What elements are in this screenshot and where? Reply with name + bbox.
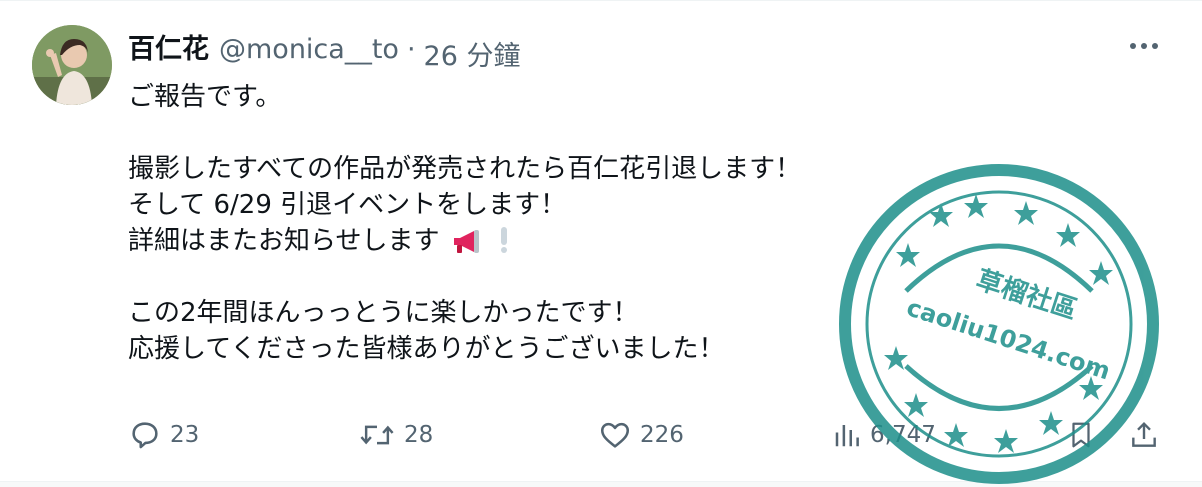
tweet-header: 百仁花 @monica__to · 26 分鐘 — [128, 27, 520, 72]
views-button[interactable]: 6,747 — [832, 415, 936, 455]
tweet-line: そして 6/29 引退イベントをします！ — [128, 190, 567, 220]
avatar-photo — [32, 25, 112, 105]
tweet-card[interactable]: 百仁花 @monica__to · 26 分鐘 ご報告です。 撮影したすべての作… — [0, 0, 1202, 484]
more-options-button[interactable] — [1124, 31, 1164, 61]
retweet-button[interactable]: 28 — [358, 415, 433, 455]
more-icon — [1130, 43, 1158, 49]
views-icon — [835, 425, 859, 447]
stamp-line-1: 草榴社區 — [972, 264, 1081, 326]
meta-separator: · — [406, 34, 416, 65]
share-icon — [1132, 421, 1156, 447]
stamp-line-2: caoliu1024.com — [903, 293, 1113, 385]
tweet-meta: @monica__to · 26 分鐘 — [219, 34, 520, 73]
like-count: 226 — [640, 422, 684, 448]
exclamation-icon — [494, 225, 514, 265]
tweet-line: 詳細はまたお知らせします — [128, 226, 440, 256]
tweet-line: 撮影したすべての作品が発売されたら百仁花引退します！ — [128, 154, 802, 184]
bookmark-button[interactable] — [1066, 415, 1096, 455]
reply-icon — [132, 422, 158, 449]
megaphone-icon — [450, 227, 484, 265]
author-name[interactable]: 百仁花 — [128, 27, 209, 66]
like-button[interactable]: 226 — [598, 415, 684, 455]
tweet-line: ご報告です。 — [128, 82, 282, 112]
tweet-actions: 23 28 226 6,747 — [128, 415, 1168, 455]
heart-icon — [600, 422, 630, 448]
retweet-icon — [360, 425, 394, 445]
tweet-time[interactable]: 26 分鐘 — [424, 34, 521, 73]
reply-count: 23 — [170, 422, 200, 448]
share-button[interactable] — [1128, 415, 1160, 455]
retweet-count: 28 — [404, 422, 434, 448]
bookmark-icon — [1072, 422, 1090, 448]
author-handle[interactable]: @monica__to — [219, 34, 399, 73]
tweet-line-with-emoji: 詳細はまたお知らせします — [128, 223, 928, 259]
tweet-line: この2年間ほんっっとうに楽しかったです！ — [128, 298, 639, 328]
reply-button[interactable]: 23 — [128, 415, 199, 455]
views-count: 6,747 — [870, 422, 936, 448]
tweet-text: ご報告です。 撮影したすべての作品が発売されたら百仁花引退します！ そして 6/… — [128, 79, 928, 367]
tweet-line: 応援してくださった皆様ありがとうございました！ — [128, 334, 725, 364]
avatar[interactable] — [32, 25, 112, 105]
